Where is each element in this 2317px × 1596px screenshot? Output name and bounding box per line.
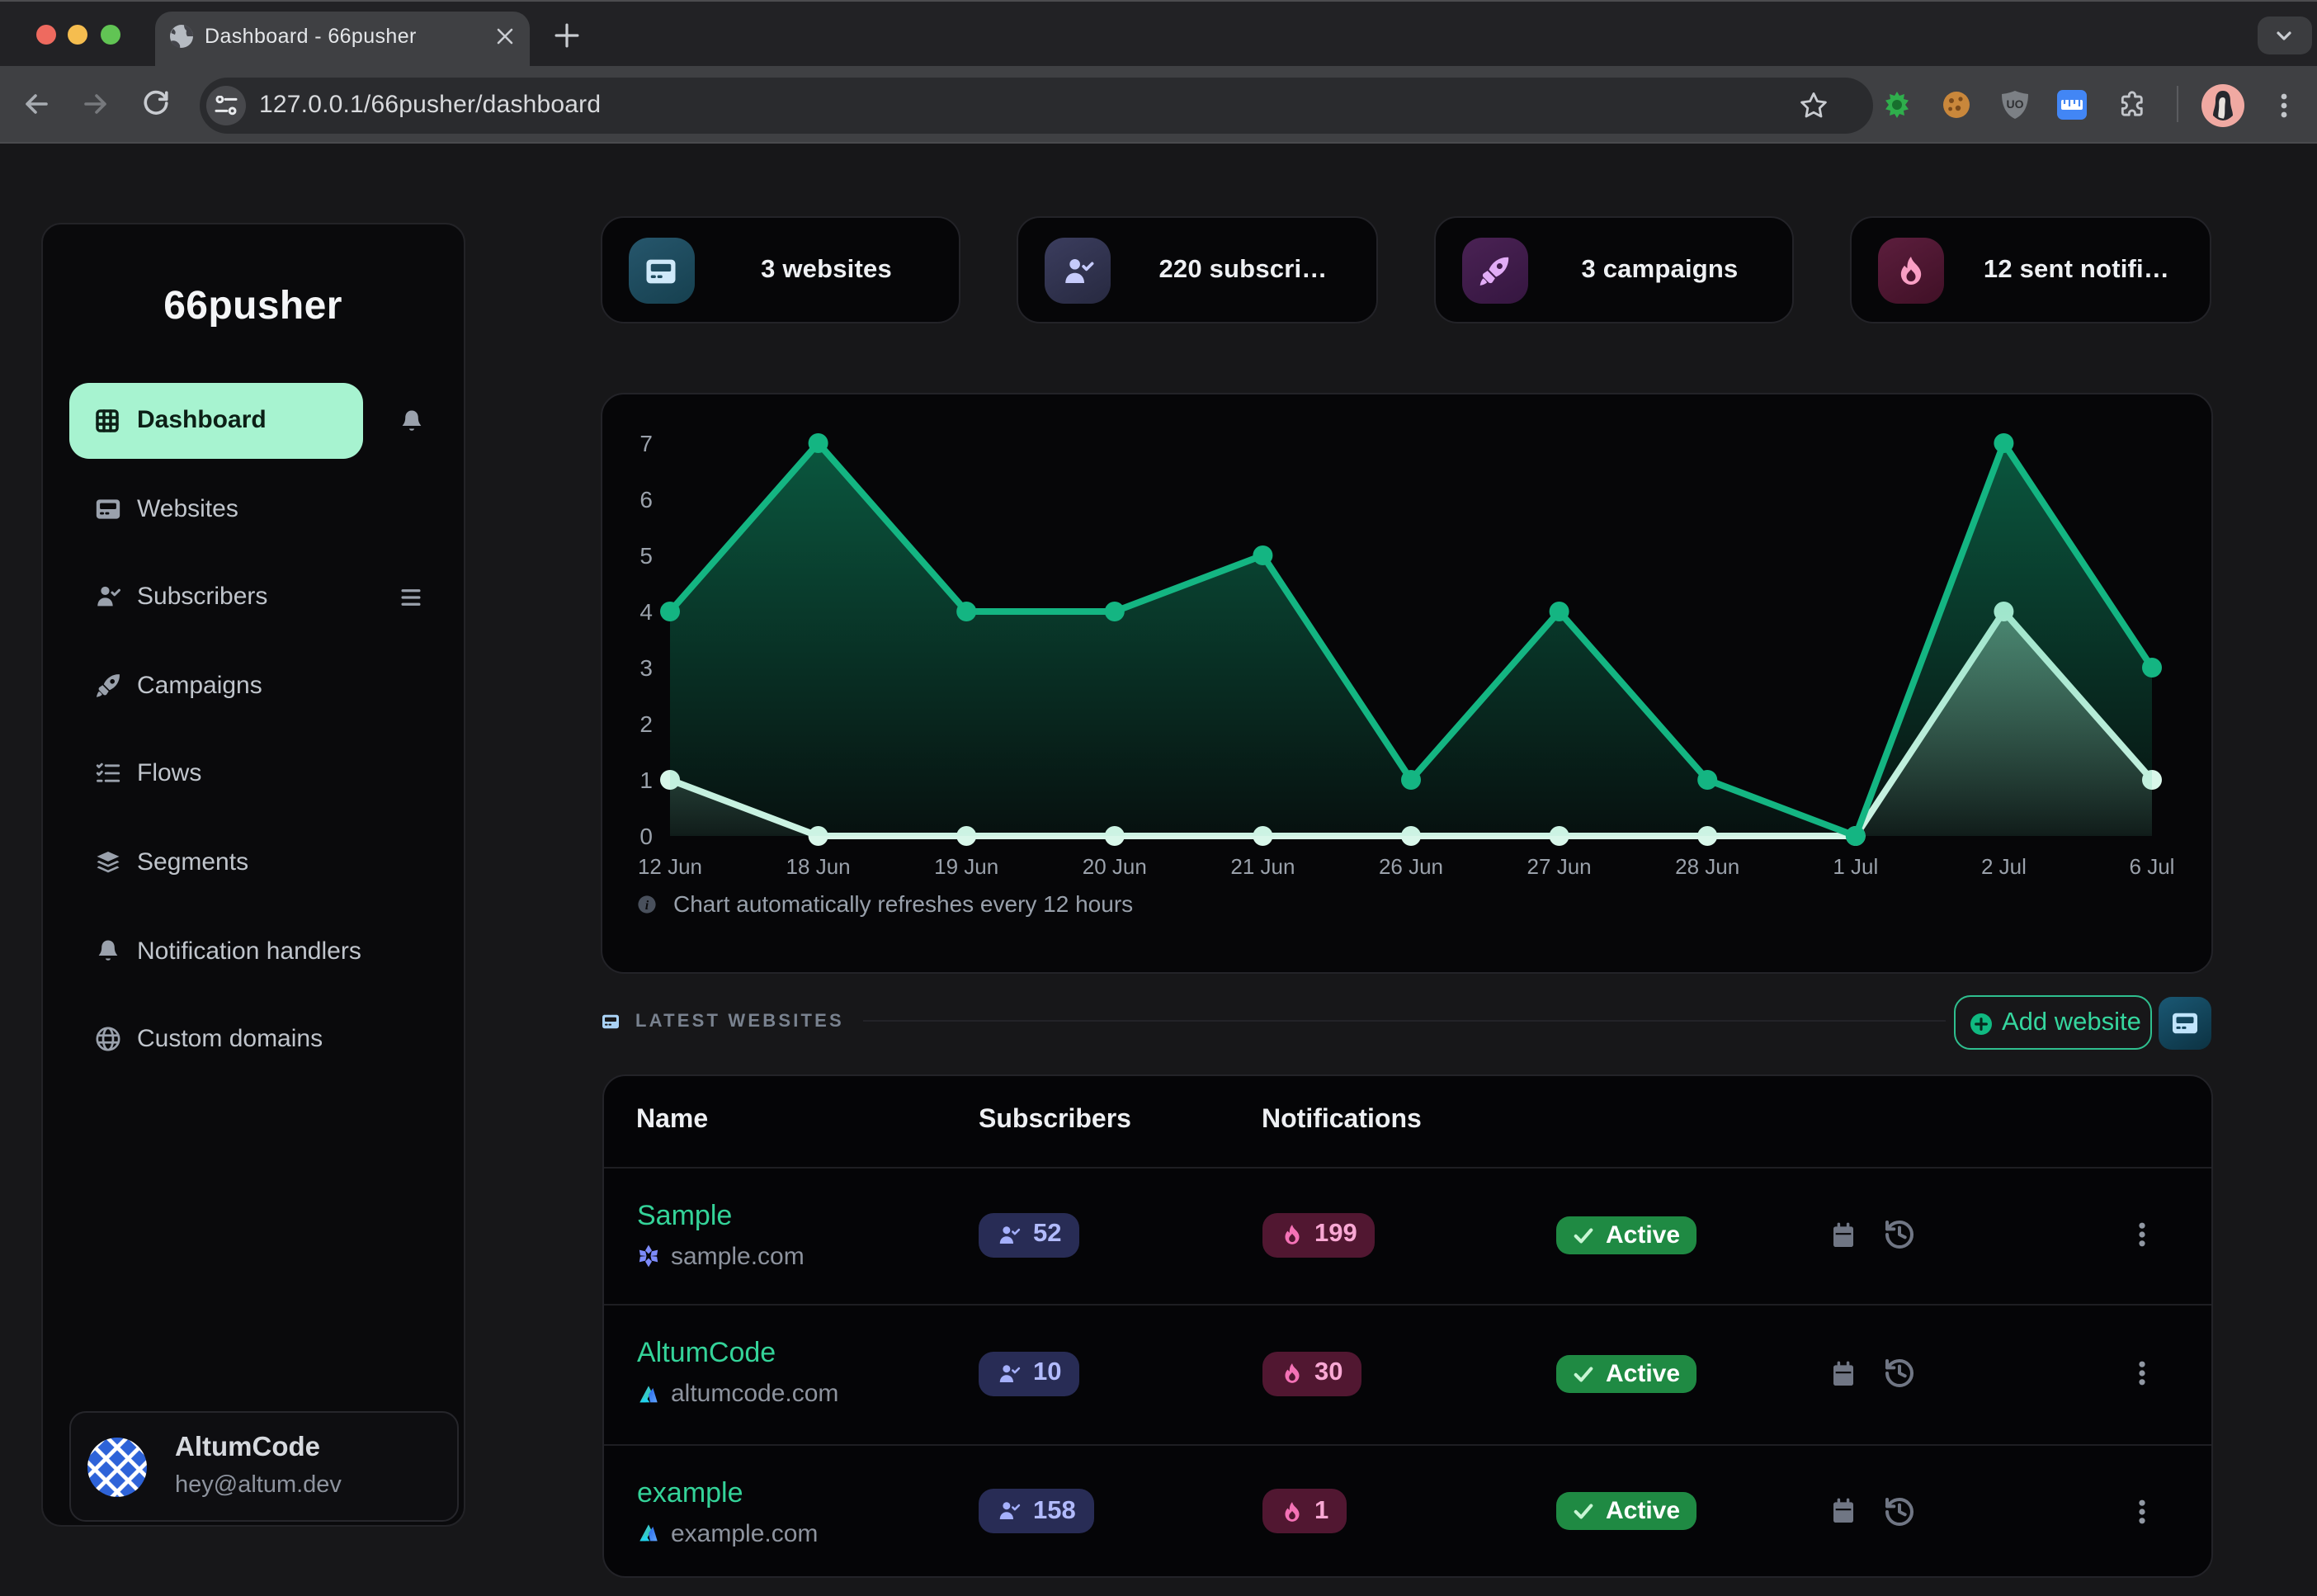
svg-text:0: 0 [639,824,653,849]
svg-text:19 Jun: 19 Jun [934,854,998,879]
svg-text:7: 7 [639,431,653,456]
svg-text:6 Jul: 6 Jul [2130,854,2175,879]
svg-text:6: 6 [639,487,653,512]
svg-text:28 Jun: 28 Jun [1675,854,1739,879]
svg-text:12 Jun: 12 Jun [638,854,702,879]
svg-text:5: 5 [639,543,653,569]
svg-text:1: 1 [639,767,653,793]
svg-text:2 Jul: 2 Jul [1981,854,2027,879]
svg-text:1 Jul: 1 Jul [1833,854,1878,879]
svg-text:26 Jun: 26 Jun [1379,854,1443,879]
svg-text:21 Jun: 21 Jun [1230,854,1295,879]
svg-text:4: 4 [639,599,653,625]
svg-text:20 Jun: 20 Jun [1083,854,1147,879]
svg-text:Chart automatically refreshes: Chart automatically refreshes every 12 h… [673,891,1133,917]
svg-text:3: 3 [639,655,653,681]
svg-text:2: 2 [639,711,653,737]
svg-text:UO: UO [2006,97,2023,111]
svg-text:27 Jun: 27 Jun [1527,854,1592,879]
svg-text:i: i [645,899,649,913]
svg-text:18 Jun: 18 Jun [786,854,851,879]
